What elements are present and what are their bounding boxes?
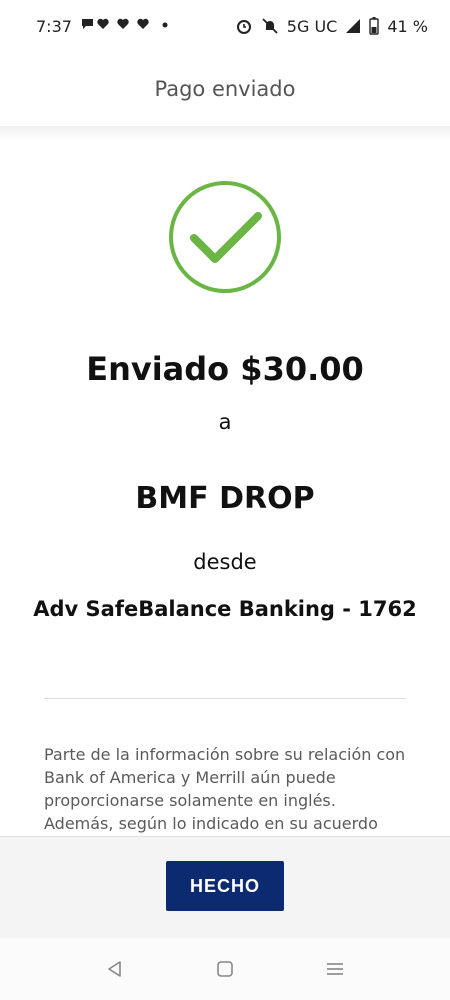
mute-icon xyxy=(262,18,278,34)
source-account: Adv SafeBalance Banking - 1762 xyxy=(33,597,417,621)
page-title: Pago enviado xyxy=(154,77,296,101)
done-button[interactable]: HECHO xyxy=(166,861,284,911)
status-right: 5G UC 41 % xyxy=(235,17,428,36)
alarm-icon xyxy=(236,20,251,34)
footer: HECHO xyxy=(0,836,450,939)
sent-amount: Enviado $30.00 xyxy=(86,350,364,388)
check-circle-icon xyxy=(169,181,281,293)
home-button[interactable] xyxy=(205,949,245,989)
back-button[interactable] xyxy=(95,949,135,989)
notification-icon-row xyxy=(81,18,168,29)
recipient-name: BMF DROP xyxy=(135,481,315,516)
system-nav-bar xyxy=(0,938,450,1000)
notification-icons xyxy=(80,16,172,36)
to-label: a xyxy=(218,410,232,434)
from-label: desde xyxy=(193,550,257,574)
disclosure-text: Parte de la información sobre su relació… xyxy=(44,745,406,833)
confirmation-badge xyxy=(168,180,282,294)
battery-percent: 41 % xyxy=(387,16,428,36)
status-left: 7:37 xyxy=(36,16,172,36)
signal-icon xyxy=(346,19,361,33)
network-label: 5G UC xyxy=(286,16,338,36)
back-icon xyxy=(108,961,121,977)
clock: 7:37 xyxy=(36,16,72,36)
dot-icon xyxy=(162,22,168,28)
page-header: Pago enviado xyxy=(0,52,450,126)
home-icon xyxy=(217,961,233,977)
battery-icon xyxy=(369,17,380,35)
recents-button[interactable] xyxy=(315,949,355,989)
divider xyxy=(44,698,406,699)
recents-icon xyxy=(327,963,343,975)
heart-icon xyxy=(97,18,109,29)
heart-icon xyxy=(117,18,129,29)
heart-icon xyxy=(137,18,149,29)
status-bar: 7:37 5G UC 41 % xyxy=(0,0,450,52)
header-shadow xyxy=(0,126,450,140)
chat-bubble-icon xyxy=(81,19,93,29)
